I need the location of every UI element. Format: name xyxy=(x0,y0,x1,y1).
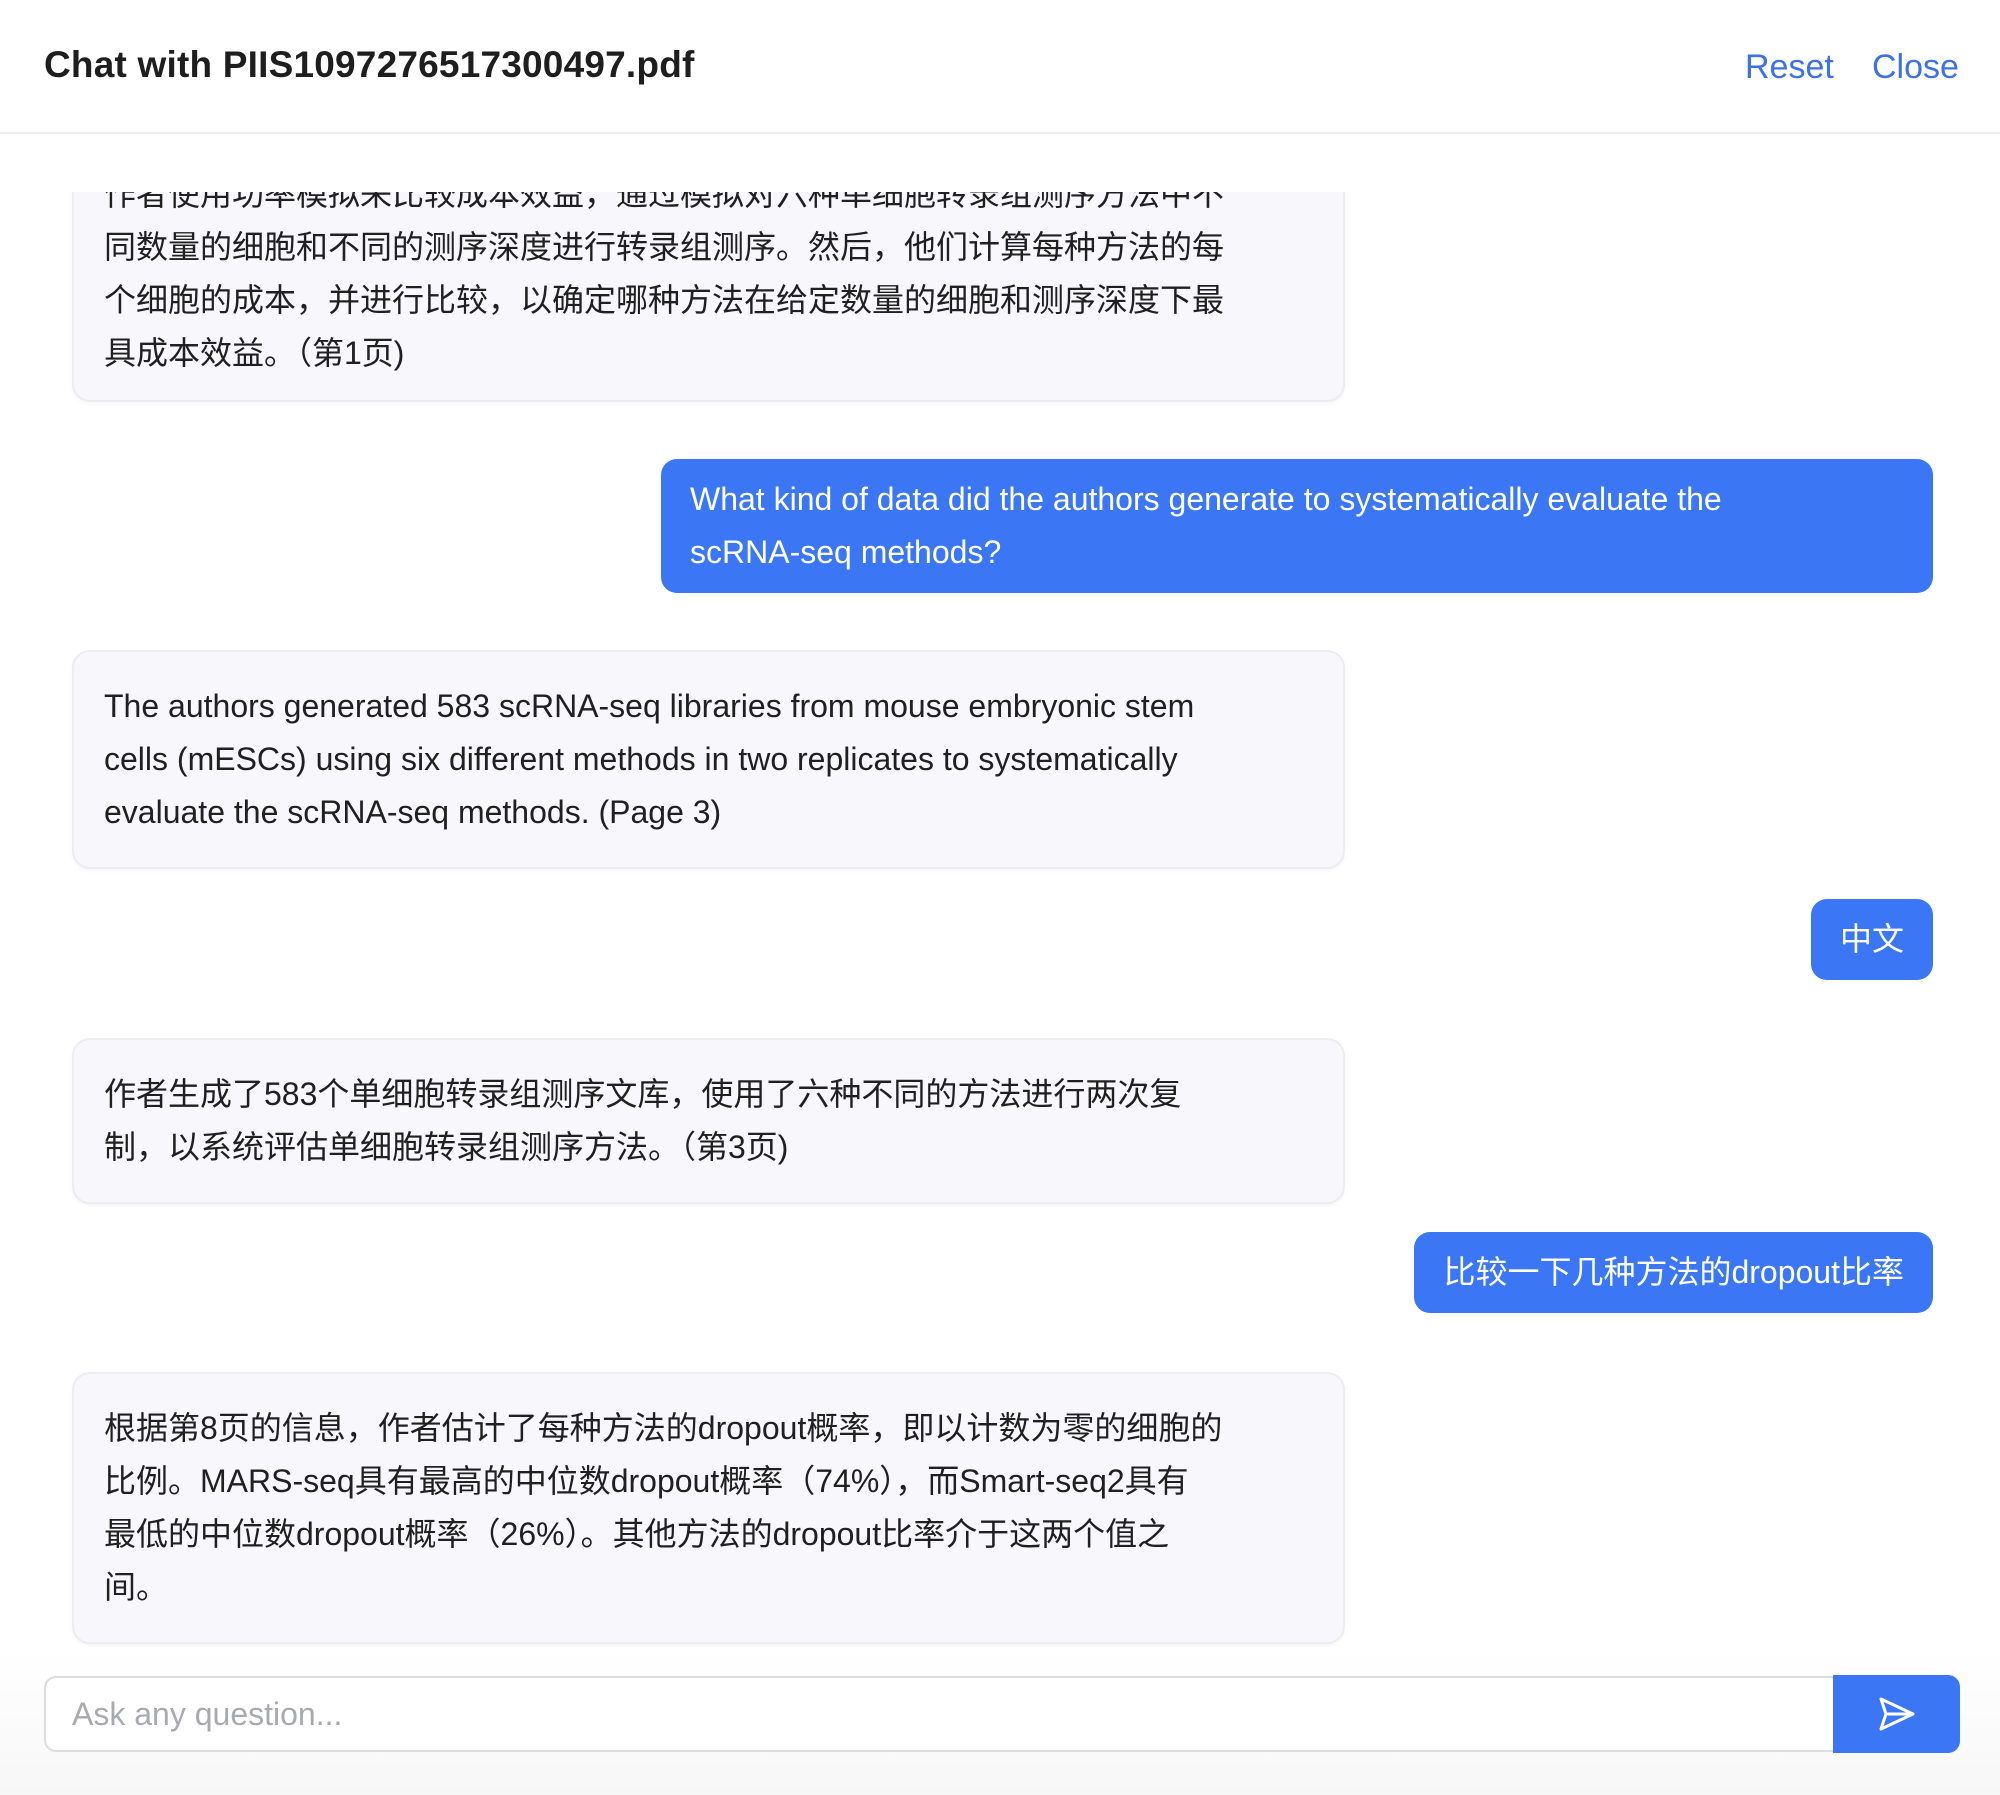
question-input[interactable] xyxy=(46,1678,1834,1750)
page-title: Chat with PIIS1097276517300497.pdf xyxy=(44,44,695,85)
message-line: 同数量的细胞和不同的测序深度进行转录组测序。然后，他们计算每种方法的每 xyxy=(104,229,1225,265)
message-line: 作者生成了583个单细胞转录组测序文库，使用了六种不同的方法进行两次复 xyxy=(104,1076,1182,1112)
message-line: 个细胞的成本，并进行比较，以确定哪种方法在给定数量的细胞和测序深度下最 xyxy=(104,282,1225,318)
message-line: 比例。MARS-seq具有最高的中位数dropout概率（74%），而Smart… xyxy=(104,1463,1189,1499)
message-line: evaluate the scRNA-seq methods. (Page 3) xyxy=(104,794,722,830)
composer-bar xyxy=(0,1650,2000,1795)
message-line: scRNA-seq methods? xyxy=(690,534,1002,570)
message-line: What kind of data did the authors genera… xyxy=(690,481,1722,517)
assistant-message: 根据第8页的信息，作者估计了每种方法的dropout概率，即以计数为零的细胞的 … xyxy=(72,1372,1345,1644)
question-input-wrapper xyxy=(44,1676,1834,1752)
message-list[interactable]: 作者使用功率模拟来比较成本效益，通过模拟对六种单细胞转录组测序方法中不 同数量的… xyxy=(0,192,2000,1650)
send-button[interactable] xyxy=(1833,1675,1960,1753)
message-line: 间。 xyxy=(104,1569,169,1605)
message-line: cells (mESCs) using six different method… xyxy=(104,741,1178,777)
chat-header: Chat with PIIS1097276517300497.pdf Reset… xyxy=(0,0,2000,134)
message-line: 具成本效益。（第1页) xyxy=(104,335,405,371)
message-line: 中文 xyxy=(1839,921,1904,957)
user-message: 中文 xyxy=(1810,899,1933,980)
user-message: 比较一下几种方法的dropout比率 xyxy=(1414,1232,1933,1313)
message-line: 制，以系统评估单细胞转录组测序方法。（第3页) xyxy=(104,1129,789,1165)
user-message: What kind of data did the authors genera… xyxy=(661,459,1933,593)
message-line: 根据第8页的信息，作者估计了每种方法的dropout概率，即以计数为零的细胞的 xyxy=(104,1410,1223,1446)
close-button[interactable]: Close xyxy=(1872,48,1959,87)
message-line: 作者使用功率模拟来比较成本效益，通过模拟对六种单细胞转录组测序方法中不 xyxy=(104,192,1225,212)
message-line: 最低的中位数dropout概率（26%）。其他方法的dropout比率介于这两个… xyxy=(104,1516,1170,1552)
message-line: The authors generated 583 scRNA-seq libr… xyxy=(104,688,1195,724)
send-icon xyxy=(1879,1697,1914,1731)
assistant-message: The authors generated 583 scRNA-seq libr… xyxy=(72,650,1345,869)
message-line: 比较一下几种方法的dropout比率 xyxy=(1443,1254,1904,1290)
assistant-message: 作者生成了583个单细胞转录组测序文库，使用了六种不同的方法进行两次复 制，以系… xyxy=(72,1038,1345,1204)
reset-button[interactable]: Reset xyxy=(1745,48,1834,87)
assistant-message: 作者使用功率模拟来比较成本效益，通过模拟对六种单细胞转录组测序方法中不 同数量的… xyxy=(72,192,1345,402)
